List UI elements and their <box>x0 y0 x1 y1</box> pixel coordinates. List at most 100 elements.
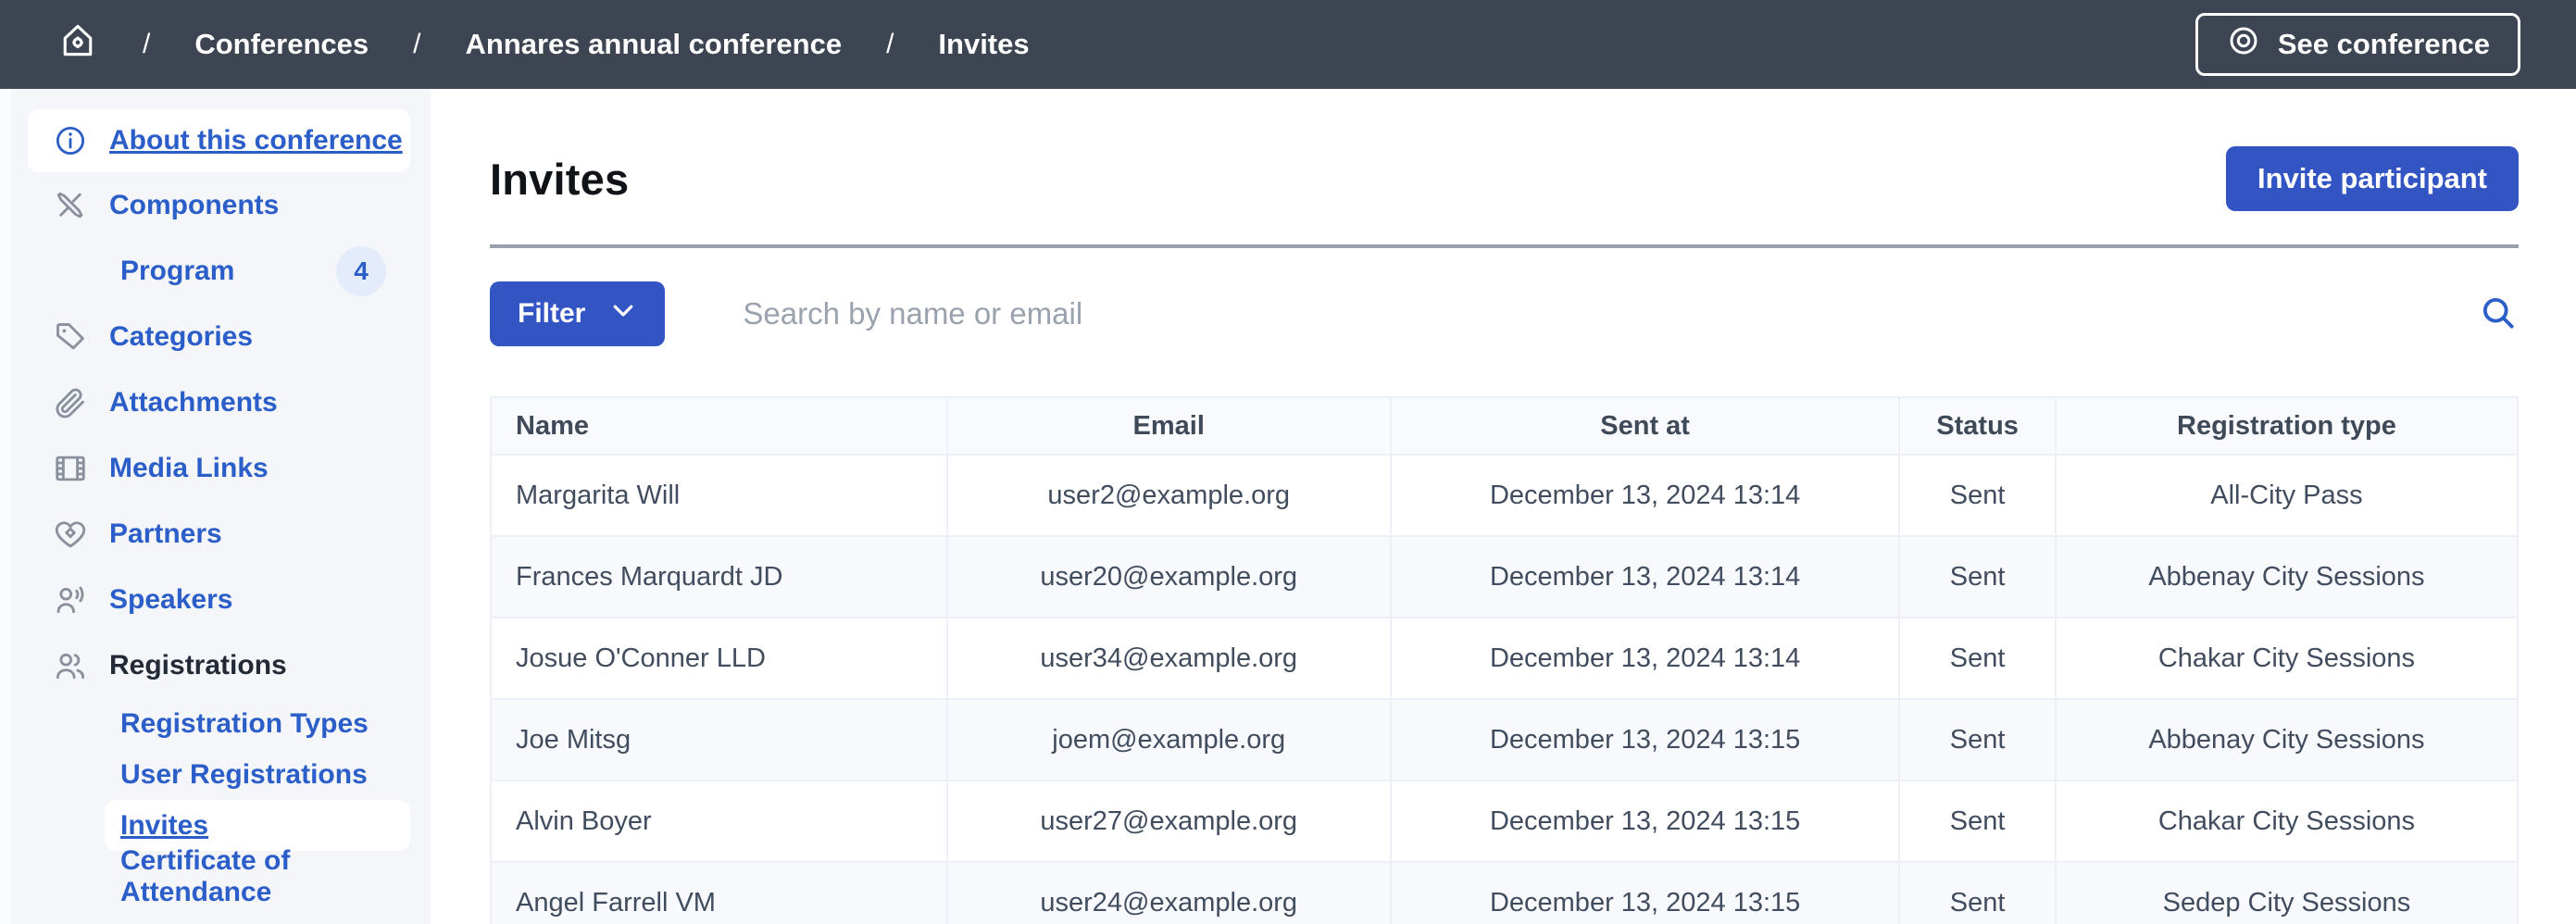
sidebar-item-categories[interactable]: Categories <box>0 304 431 369</box>
sidebar-item-media-links[interactable]: Media Links <box>0 435 431 501</box>
cell-sent-at: December 13, 2024 13:15 <box>1391 862 1899 924</box>
page-title: Invites <box>490 154 629 205</box>
invites-table-wrap: NameEmailSent atStatusRegistration type … <box>490 396 2519 924</box>
cell-registration-type: Chakar City Sessions <box>2056 618 2518 699</box>
table-row: Alvin Boyeruser27@example.orgDecember 13… <box>491 780 2518 862</box>
film-icon <box>52 450 89 487</box>
cell-name: Alvin Boyer <box>491 780 947 862</box>
cell-sent-at: December 13, 2024 13:14 <box>1391 618 1899 699</box>
table-row: Frances Marquardt JDuser20@example.orgDe… <box>491 536 2518 618</box>
cell-status: Sent <box>1899 455 2056 536</box>
paperclip-icon <box>52 384 89 421</box>
handshake-icon <box>52 516 89 553</box>
sidebar-item-registration-types[interactable]: Registration Types <box>0 698 431 749</box>
table-row: Josue O'Conner LLDuser34@example.orgDece… <box>491 618 2518 699</box>
table-row: Joe Mitsgjoem@example.orgDecember 13, 20… <box>491 699 2518 780</box>
sidebar-item-label: Registrations <box>109 650 287 681</box>
cell-email: user27@example.org <box>947 780 1391 862</box>
sidebar-item-label: Media Links <box>109 453 269 484</box>
column-header-name: Name <box>491 397 947 455</box>
column-header-sent-at: Sent at <box>1391 397 1899 455</box>
cell-name: Joe Mitsg <box>491 699 947 780</box>
cell-registration-type: Sedep City Sessions <box>2056 862 2518 924</box>
cell-name: Angel Farrell VM <box>491 862 947 924</box>
cell-email: user2@example.org <box>947 455 1391 536</box>
speaker-icon <box>52 581 89 618</box>
see-conference-button[interactable]: See conference <box>2195 13 2520 76</box>
cell-registration-type: Abbenay City Sessions <box>2056 699 2518 780</box>
home-gear-icon <box>57 20 98 69</box>
invite-participant-button[interactable]: Invite participant <box>2226 146 2519 211</box>
sidebar-item-label: Categories <box>109 321 253 353</box>
cell-email: user34@example.org <box>947 618 1391 699</box>
table-row: Angel Farrell VMuser24@example.orgDecemb… <box>491 862 2518 924</box>
cell-name: Josue O'Conner LLD <box>491 618 947 699</box>
cell-sent-at: December 13, 2024 13:14 <box>1391 536 1899 618</box>
sidebar-item-label: Registration Types <box>120 708 369 740</box>
chevron-down-icon <box>609 296 637 331</box>
sidebar-item-label: Invites <box>120 810 208 842</box>
breadcrumb-item-annares-annual-conference[interactable]: Annares annual conference <box>465 28 842 61</box>
cell-name: Frances Marquardt JD <box>491 536 947 618</box>
sidebar-item-about-this-conference[interactable]: About this conference <box>28 109 410 172</box>
cell-status: Sent <box>1899 862 2056 924</box>
sidebar-item-label: Program <box>120 256 234 287</box>
sidebar-item-label: Certificate of Attendance <box>120 845 431 908</box>
cell-registration-type: All-City Pass <box>2056 455 2518 536</box>
sidebar-item-label: Partners <box>109 518 222 550</box>
sidebar-item-label: User Registrations <box>120 759 368 791</box>
sidebar-item-components[interactable]: Components <box>0 172 431 238</box>
admin-page: / Conferences / Annares annual conference / I… <box>0 0 2576 924</box>
sidebar-item-label: Components <box>109 190 279 221</box>
column-header-status: Status <box>1899 397 2056 455</box>
see-conference-label: See conference <box>2278 28 2490 61</box>
sidebar-item-registrations: Registrations <box>0 632 431 698</box>
breadcrumb-separator: / <box>143 29 150 60</box>
home-link[interactable] <box>57 20 98 69</box>
sidebar-item-attachments[interactable]: Attachments <box>0 369 431 435</box>
info-icon <box>52 122 89 159</box>
search-input[interactable] <box>741 295 2450 332</box>
breadcrumb-separator: / <box>413 29 420 60</box>
cell-email: joem@example.org <box>947 699 1391 780</box>
search-submit-button[interactable] <box>2478 293 2519 336</box>
sidebar-item-invites[interactable]: Invites <box>105 800 410 851</box>
cell-sent-at: December 13, 2024 13:14 <box>1391 455 1899 536</box>
table-row: Margarita Willuser2@example.orgDecember … <box>491 455 2518 536</box>
sidebar-item-partners[interactable]: Partners <box>0 501 431 567</box>
sidebar-item-certificate-of-attendance[interactable]: Certificate of Attendance <box>0 851 431 902</box>
cell-email: user24@example.org <box>947 862 1391 924</box>
tools-icon <box>52 187 89 224</box>
sidebar-item-label: Attachments <box>109 387 278 418</box>
sidebar-item-user-registrations[interactable]: User Registrations <box>0 749 431 800</box>
search-icon <box>2478 293 2519 336</box>
column-header-registration-type: Registration type <box>2056 397 2518 455</box>
eye-icon <box>2226 23 2261 66</box>
cell-status: Sent <box>1899 536 2056 618</box>
sidebar-item-label: Speakers <box>109 584 232 616</box>
cell-status: Sent <box>1899 780 2056 862</box>
breadcrumb-item-conferences[interactable]: Conferences <box>194 28 369 61</box>
title-divider <box>490 244 2519 248</box>
cell-status: Sent <box>1899 699 2056 780</box>
cell-sent-at: December 13, 2024 13:15 <box>1391 780 1899 862</box>
count-badge: 4 <box>336 246 386 296</box>
sidebar-item-program[interactable]: Program 4 <box>0 238 431 304</box>
users-icon <box>52 647 89 684</box>
cell-email: user20@example.org <box>947 536 1391 618</box>
filter-button-label: Filter <box>518 298 585 330</box>
cell-sent-at: December 13, 2024 13:15 <box>1391 699 1899 780</box>
filter-button[interactable]: Filter <box>490 281 665 346</box>
sidebar-item-label: About this conference <box>109 125 403 156</box>
tag-icon <box>52 318 89 356</box>
top-navbar: /Conferences/Annares annual conference/I… <box>0 0 2576 89</box>
cell-registration-type: Chakar City Sessions <box>2056 780 2518 862</box>
breadcrumb-separator: / <box>886 29 894 60</box>
table-header-row: NameEmailSent atStatusRegistration type <box>491 397 2518 455</box>
column-header-email: Email <box>947 397 1391 455</box>
filter-row: Filter <box>490 281 2519 346</box>
breadcrumb: /Conferences/Annares annual conference/I… <box>57 20 1030 69</box>
sidebar-item-speakers[interactable]: Speakers <box>0 567 431 632</box>
breadcrumb-items: /Conferences/Annares annual conference/I… <box>143 28 1030 61</box>
sidebar: About this conference Components Program 4 C… <box>0 89 431 924</box>
